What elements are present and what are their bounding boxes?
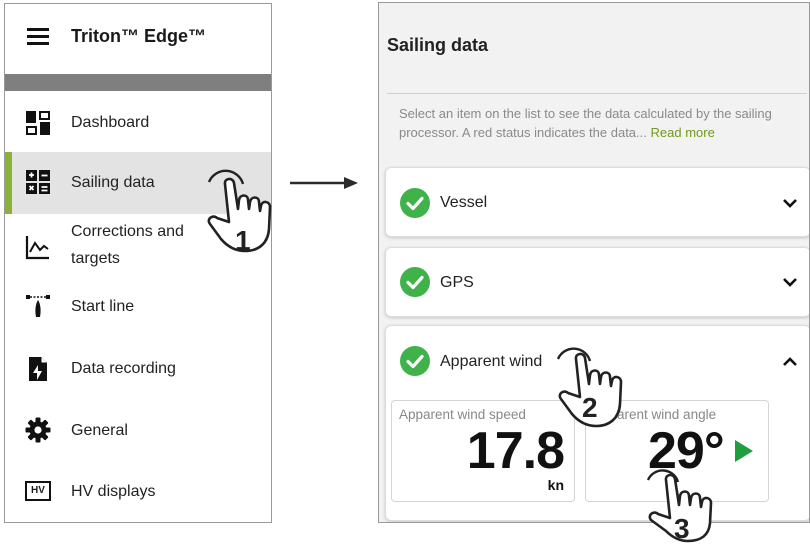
hv-icon: HV [25,481,51,501]
description-body: Select an item on the list to see the da… [399,106,772,140]
menu-item-hv-displays[interactable]: HV HV displays [5,462,271,522]
title-divider [387,93,807,94]
status-ok-icon [400,346,430,376]
callout-step-1: 1 [235,225,251,256]
section-vessel[interactable]: Vessel [385,167,809,237]
starboard-arrow-icon [735,440,753,462]
menu-item-dashboard[interactable]: Dashboard [5,92,271,154]
menu-label-sailing-data: Sailing data [71,174,155,191]
read-more-link[interactable]: Read more [651,125,715,140]
status-ok-icon [400,188,430,218]
menu-label-corrections-line1: Corrections and [71,223,184,240]
tap-hand-icon-1: 1 [207,169,272,256]
gear-icon [25,417,51,443]
sailing-data-icon [26,170,50,194]
menu-item-data-recording[interactable]: Data recording [5,338,271,400]
callout-step-3: 3 [674,513,690,544]
chevron-up-icon[interactable] [782,356,798,368]
section-label-apparent-wind: Apparent wind [440,353,543,370]
hv-icon-text: HV [31,485,45,496]
menu-label-start-line: Start line [71,298,135,315]
section-label-gps: GPS [440,274,474,291]
sailing-data-screen: Sailing data Select an item on the list … [378,2,810,523]
tap-hand-icon-2: 2 [556,347,623,428]
section-gps[interactable]: GPS [385,247,809,317]
hamburger-icon[interactable] [27,28,49,46]
description-text: Select an item on the list to see the da… [399,104,809,142]
tap-hand-icon-3: 3 [646,469,713,544]
chart-icon [25,236,49,260]
tile-unit-wind-speed: kn [547,477,564,493]
header-divider-band [5,74,271,91]
menu-label-corrections-line2: targets [71,250,120,267]
section-label-vessel: Vessel [440,194,488,211]
chevron-down-icon[interactable] [782,197,798,209]
menu-item-start-line[interactable]: Start line [5,278,271,338]
menu-label-hv-displays: HV displays [71,483,156,500]
start-line-icon [26,295,50,317]
menu-label-data-recording: Data recording [71,360,176,377]
dashboard-icon [26,111,50,135]
data-recording-icon [29,357,47,381]
tile-apparent-wind-speed[interactable]: Apparent wind speed 17.8 kn [391,400,575,502]
navigation-menu: Triton™ Edge™ Dashboard Sailing data Cor… [4,3,272,523]
callout-step-2: 2 [582,392,598,423]
tile-label-wind-speed: Apparent wind speed [399,407,526,422]
right-arrow-icon [290,177,358,189]
app-title: Triton™ Edge™ [71,26,206,46]
page-title: Sailing data [387,35,489,55]
menu-label-general: General [71,422,128,439]
chevron-down-icon[interactable] [782,276,798,288]
status-ok-icon [400,267,430,297]
menu-item-general[interactable]: General [5,400,271,462]
menu-header: Triton™ Edge™ [5,4,271,74]
menu-label-dashboard: Dashboard [71,114,150,131]
